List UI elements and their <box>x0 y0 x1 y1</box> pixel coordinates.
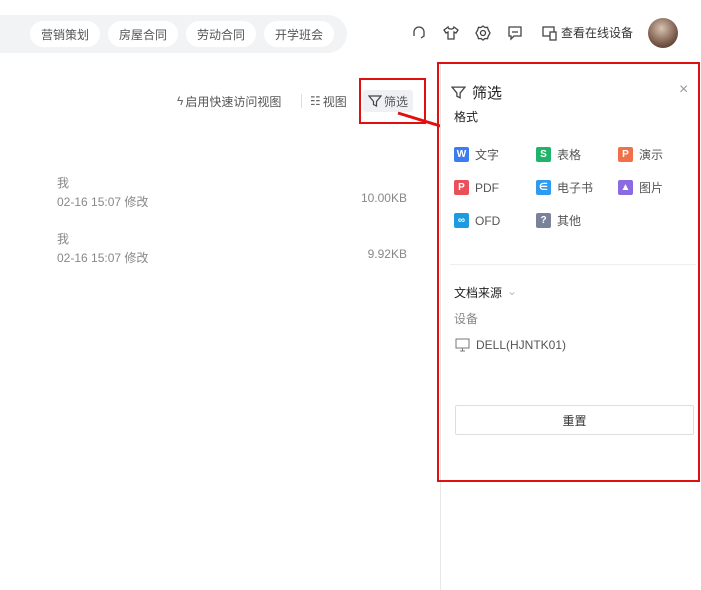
format-option[interactable]: ? 其他 <box>536 212 618 229</box>
file-owner: 我 <box>57 176 70 190</box>
format-label: 演示 <box>639 148 664 162</box>
format-label: 电子书 <box>557 181 594 195</box>
format-label: OFD <box>475 213 501 228</box>
quick-access-label: 启用快速访问视图 <box>185 94 282 109</box>
format-label: 文字 <box>475 148 500 162</box>
format-option[interactable]: ▲ 图片 <box>618 179 694 196</box>
view-label: 视图 <box>322 94 347 109</box>
online-devices-label: 查看在线设备 <box>561 26 634 40</box>
file-modified: 02-16 15:07 修改 <box>57 251 149 265</box>
format-5-icon: ▲ <box>618 180 633 195</box>
reset-button[interactable]: 重置 <box>455 405 694 435</box>
document-source-dropdown[interactable]: 文档来源 ⌄ <box>454 284 517 301</box>
divider <box>301 94 302 108</box>
file-size: 9.92KB <box>367 247 407 261</box>
filter-icon <box>451 86 466 99</box>
format-1-icon: S <box>536 147 551 162</box>
message-icon[interactable] <box>506 24 524 42</box>
format-option[interactable]: ∞ OFD <box>454 212 536 229</box>
lightning-icon: ϟ <box>177 94 184 108</box>
format-option[interactable]: P PDF <box>454 179 536 196</box>
format-option[interactable]: W 文字 <box>454 146 536 163</box>
device-icon <box>542 25 557 41</box>
tag-pill[interactable]: 开学班会 <box>264 21 334 47</box>
format-option[interactable]: P 演示 <box>618 146 694 163</box>
format-6-icon: ∞ <box>454 213 469 228</box>
format-option[interactable]: S 表格 <box>536 146 618 163</box>
format-grid: W 文字 S 表格 P 演示 P PDF ∈ 电子书 ▲ 图片 ∞ OFD? 其他 <box>454 146 694 229</box>
list-view-icon: ☷ <box>310 94 321 108</box>
online-devices-button[interactable]: 查看在线设备 <box>542 24 633 41</box>
device-label: 设备 <box>454 312 479 326</box>
skin-shirt-icon[interactable] <box>442 24 460 42</box>
format-label: 图片 <box>639 181 664 195</box>
format-option[interactable]: ∈ 电子书 <box>536 179 618 196</box>
format-2-icon: P <box>618 147 633 162</box>
gear-icon[interactable] <box>474 24 492 42</box>
tag-pill[interactable]: 劳动合同 <box>186 21 256 47</box>
device-name: DELL(HJNTK01) <box>476 338 567 352</box>
file-row[interactable]: 我 02-16 15:07 修改 10.00KB <box>57 174 407 210</box>
filter-panel-title: 筛选 <box>451 82 502 103</box>
avatar[interactable] <box>648 18 678 48</box>
format-label: 其他 <box>557 214 582 228</box>
divider <box>450 264 696 265</box>
format-label: 表格 <box>557 148 582 162</box>
quick-access-view-button[interactable]: ϟ 启用快速访问视图 <box>177 90 281 112</box>
source-label: 文档来源 <box>454 286 503 300</box>
format-0-icon: W <box>454 147 469 162</box>
format-7-icon: ? <box>536 213 551 228</box>
chevron-down-icon: ⌄ <box>507 284 518 298</box>
monitor-icon <box>455 338 470 352</box>
title-text: 筛选 <box>472 85 503 102</box>
device-option[interactable]: DELL(HJNTK01) <box>455 338 566 352</box>
headset-icon[interactable] <box>410 24 428 42</box>
format-label: PDF <box>475 180 499 195</box>
file-size: 10.00KB <box>360 191 407 205</box>
format-label: 格式 <box>454 110 479 124</box>
format-3-icon: P <box>454 180 469 195</box>
close-icon[interactable]: × <box>679 81 688 99</box>
tag-pill[interactable]: 营销策划 <box>30 21 100 47</box>
file-modified: 02-16 15:07 修改 <box>57 195 149 209</box>
file-row[interactable]: 我 02-16 15:07 修改 9.92KB <box>57 230 407 266</box>
file-owner: 我 <box>57 232 70 246</box>
tag-pill[interactable]: 房屋合同 <box>108 21 178 47</box>
view-button[interactable]: ☷ 视图 <box>310 90 347 112</box>
format-4-icon: ∈ <box>536 180 551 195</box>
